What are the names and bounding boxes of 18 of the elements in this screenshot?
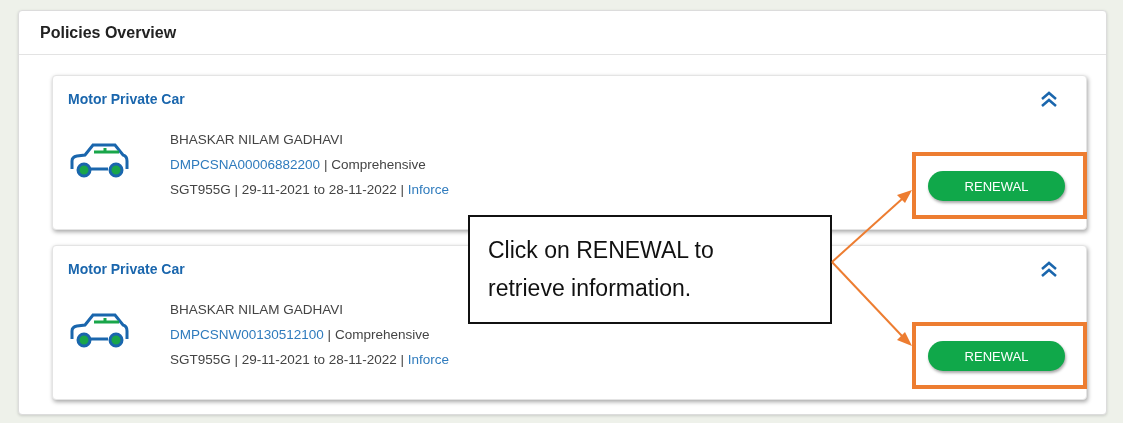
renewal-button[interactable]: RENEWAL bbox=[928, 341, 1065, 371]
cover-type: | Comprehensive bbox=[323, 157, 426, 172]
collapse-chevron-icon[interactable] bbox=[1040, 261, 1058, 277]
collapse-chevron-icon[interactable] bbox=[1040, 91, 1058, 107]
status-link[interactable]: Inforce bbox=[407, 352, 450, 367]
policy-number-link[interactable]: DMPCSNA00006882200 bbox=[170, 157, 321, 172]
policy-number-link[interactable]: DMPCSNW00130512100 bbox=[170, 327, 324, 342]
policy-period: SGT955G | 29-11-2021 to 28-11-2022 | bbox=[170, 352, 404, 367]
panel-title: Policies Overview bbox=[40, 23, 177, 42]
cover-type: | Comprehensive bbox=[327, 327, 430, 342]
status-link[interactable]: Inforce bbox=[407, 182, 450, 197]
renewal-button[interactable]: RENEWAL bbox=[928, 171, 1065, 201]
policy-category: Motor Private Car bbox=[68, 91, 185, 107]
policy-period: SGT955G | 29-11-2021 to 28-11-2022 | bbox=[170, 182, 404, 197]
callout-text: Click on RENEWAL to retrieve information. bbox=[468, 215, 832, 324]
policy-holder: BHASKAR NILAM GADHAVI bbox=[170, 301, 345, 319]
policy-category: Motor Private Car bbox=[68, 261, 185, 277]
policy-holder: BHASKAR NILAM GADHAVI bbox=[170, 131, 345, 149]
